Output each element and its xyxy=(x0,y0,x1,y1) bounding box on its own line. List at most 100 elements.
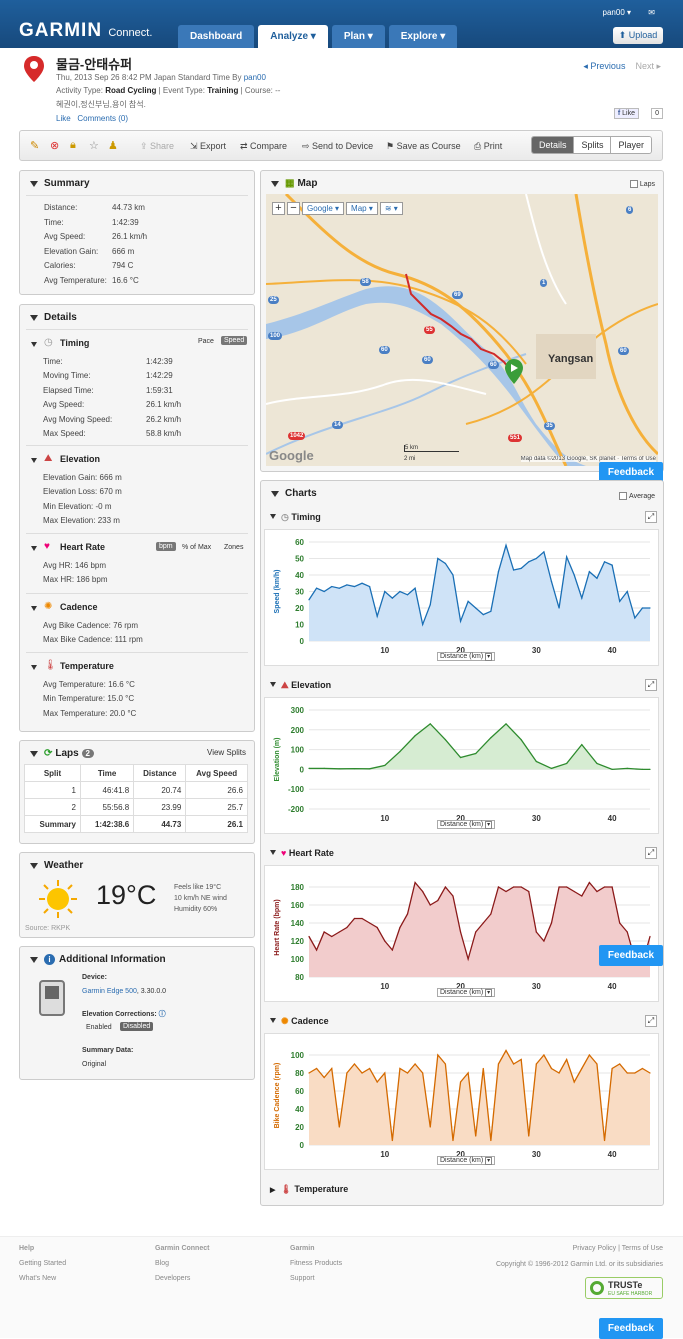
user-menu[interactable]: pan00 ▾ xyxy=(603,8,631,17)
chart-2[interactable]: 80 100 120 140 160 180 10 20 30 40 Heart Rate (bpm… xyxy=(264,865,659,1002)
chart-0[interactable]: 0 10 20 30 40 50 60 10 20 30 40 Speed (km/h) Distanc… xyxy=(264,529,659,666)
save-as-course-button[interactable]: ⚑ Save as Course xyxy=(386,141,461,152)
activity-type[interactable]: Road Cycling xyxy=(105,86,156,95)
laps-checkbox[interactable] xyxy=(629,180,638,188)
send-to-device-button[interactable]: ⇨ Send to Device xyxy=(302,141,373,152)
delete-icon[interactable]: ⊗ xyxy=(50,139,59,152)
collapse-arrow-icon[interactable] xyxy=(31,546,37,551)
garmin-connect-logo[interactable]: GARMIN Connect. xyxy=(19,20,152,42)
expand-icon[interactable]: ⤢ xyxy=(645,679,657,691)
details-title[interactable]: Details xyxy=(20,305,254,323)
table-row[interactable]: 2 55:56.8 23.99 25.7 xyxy=(24,798,248,816)
chart-header[interactable]: ◷ Timing xyxy=(270,512,321,523)
next-link[interactable]: Next ▸ xyxy=(635,61,661,71)
chart-3[interactable]: 0 20 40 60 80 100 10 20 30 40 Bike Cadence (rpm) Di… xyxy=(264,1033,659,1170)
laps-toggle[interactable]: Laps xyxy=(629,180,655,188)
expand-icon[interactable]: ⤢ xyxy=(645,511,657,523)
heart-section-title[interactable]: Heart Rate xyxy=(60,542,105,552)
privacy-icon[interactable]: 🔒︎ xyxy=(70,139,76,152)
activity-description[interactable]: 혜권이,정신부님,용이 참석. xyxy=(56,99,146,110)
help-icon[interactable]: ⓘ xyxy=(159,1011,166,1018)
speed-toggle[interactable]: Speed xyxy=(221,336,248,345)
tab-player[interactable]: Player xyxy=(610,137,651,153)
elevation-enabled-option[interactable]: Enabled xyxy=(86,1024,112,1031)
footer-link[interactable]: Blog xyxy=(155,1260,209,1267)
percent-max-toggle[interactable]: % of Max xyxy=(182,544,211,551)
favorite-icon[interactable]: ☆ xyxy=(89,139,99,152)
chart-1[interactable]: -200 -100 0 100 200 300 10 20 30 40 Elevation (m) D… xyxy=(264,697,659,834)
footer-link[interactable]: What's New xyxy=(19,1275,66,1282)
tab-splits[interactable]: Splits xyxy=(573,137,611,153)
footer-link[interactable]: Developers xyxy=(155,1275,209,1282)
nav-explore[interactable]: Explore ▾ xyxy=(388,25,458,48)
privacy-terms-links[interactable]: Privacy Policy | Terms of Use xyxy=(496,1245,663,1252)
edit-icon[interactable]: ✎ xyxy=(30,139,39,152)
zones-toggle[interactable]: Zones xyxy=(224,544,243,551)
x-axis-select[interactable]: Distance (km) ▾ xyxy=(437,988,496,997)
zoom-out-button[interactable]: − xyxy=(287,202,300,215)
collapse-arrow-icon[interactable] xyxy=(31,665,37,670)
activity-title[interactable]: 물금-안태슈퍼 xyxy=(56,54,132,73)
compare-button[interactable]: ⇄ Compare xyxy=(240,141,287,152)
average-toggle[interactable]: Average xyxy=(619,492,655,500)
activity-map[interactable]: + − Google ▾ Map ▾ ≋ ▾ Yangsan 58 69 55 … xyxy=(266,194,658,466)
view-splits-link[interactable]: View Splits xyxy=(207,748,246,757)
additional-info-title[interactable]: i Additional Information xyxy=(20,947,254,965)
nav-plan[interactable]: Plan ▾ xyxy=(331,25,385,48)
cadence-section-title[interactable]: Cadence xyxy=(60,602,98,612)
print-button[interactable]: ⎙ Print xyxy=(474,141,502,152)
chart-header[interactable]: ♥ Heart Rate xyxy=(270,848,334,858)
collapse-arrow-icon[interactable] xyxy=(31,458,37,463)
social-links: Like Comments (0) xyxy=(56,114,128,123)
elevation-disabled-option[interactable]: Disabled xyxy=(120,1022,154,1031)
tab-details[interactable]: Details xyxy=(531,137,574,153)
like-link[interactable]: Like xyxy=(56,114,71,123)
owner-link[interactable]: pan00 xyxy=(244,73,266,82)
data-point xyxy=(505,544,507,546)
temperature-chart-header[interactable]: ▶ 🌡︎ Temperature xyxy=(270,1184,348,1195)
device-link[interactable]: Garmin Edge 500 xyxy=(82,988,137,995)
event-type[interactable]: Training xyxy=(207,86,238,95)
footer-link[interactable]: Support xyxy=(290,1275,342,1282)
nav-analyze[interactable]: Analyze ▾ xyxy=(258,25,328,48)
zoom-in-button[interactable]: + xyxy=(272,202,285,215)
x-axis-select[interactable]: Distance (km) ▾ xyxy=(437,820,496,829)
expand-icon[interactable]: ⤢ xyxy=(645,847,657,859)
previous-link[interactable]: ◂ Previous xyxy=(583,61,625,71)
collapse-arrow-icon[interactable] xyxy=(31,606,37,611)
footer-link[interactable]: Getting Started xyxy=(19,1260,66,1267)
timing-section-title[interactable]: Timing xyxy=(60,338,89,348)
feedback-button[interactable]: Feedback xyxy=(599,945,663,966)
summary-title[interactable]: Summary xyxy=(20,171,254,189)
average-checkbox[interactable] xyxy=(619,492,628,500)
elevation-section-title[interactable]: Elevation xyxy=(60,454,100,464)
layers-button[interactable]: ≋ ▾ xyxy=(379,202,403,215)
collapse-arrow-icon[interactable] xyxy=(31,342,37,347)
chart-header[interactable]: ⛰ Elevation xyxy=(270,680,331,691)
nav-dashboard[interactable]: Dashboard xyxy=(178,25,255,48)
table-row[interactable]: 1 46:41.8 20.74 26.6 xyxy=(24,781,248,799)
chart-header[interactable]: ✺ Cadence xyxy=(270,1016,329,1027)
mail-icon[interactable]: ✉ xyxy=(648,8,655,17)
x-axis-select[interactable]: Distance (km) ▾ xyxy=(437,1156,496,1165)
expand-icon[interactable]: ⤢ xyxy=(645,1015,657,1027)
facebook-like-button[interactable]: f Like xyxy=(613,108,639,119)
weather-title[interactable]: Weather xyxy=(20,853,254,871)
bpm-toggle[interactable]: bpm xyxy=(156,542,176,551)
people-icon[interactable]: ♟ xyxy=(108,139,118,152)
pace-toggle[interactable]: Pace xyxy=(198,338,214,345)
map-source-select[interactable]: Google ▾ xyxy=(302,202,345,215)
charts-title[interactable]: Charts xyxy=(261,481,663,499)
truste-badge[interactable]: TRUSTe EU SAFE HARBOR xyxy=(585,1277,663,1299)
comments-link[interactable]: Comments (0) xyxy=(77,114,128,123)
map-type-select[interactable]: Map ▾ xyxy=(346,202,378,215)
x-axis-select[interactable]: Distance (km) ▾ xyxy=(437,652,496,661)
feedback-button[interactable]: Feedback xyxy=(599,1318,663,1339)
export-button[interactable]: ⇲ Export xyxy=(190,141,226,152)
device-image xyxy=(39,980,65,1016)
map-title[interactable]: ▦ Map xyxy=(261,171,663,189)
footer-link[interactable]: Fitness Products xyxy=(290,1260,342,1267)
share-button[interactable]: ⇪ Share xyxy=(140,141,174,152)
upload-button[interactable]: ⬆ Upload xyxy=(613,27,663,44)
temperature-section-title[interactable]: Temperature xyxy=(60,661,114,671)
